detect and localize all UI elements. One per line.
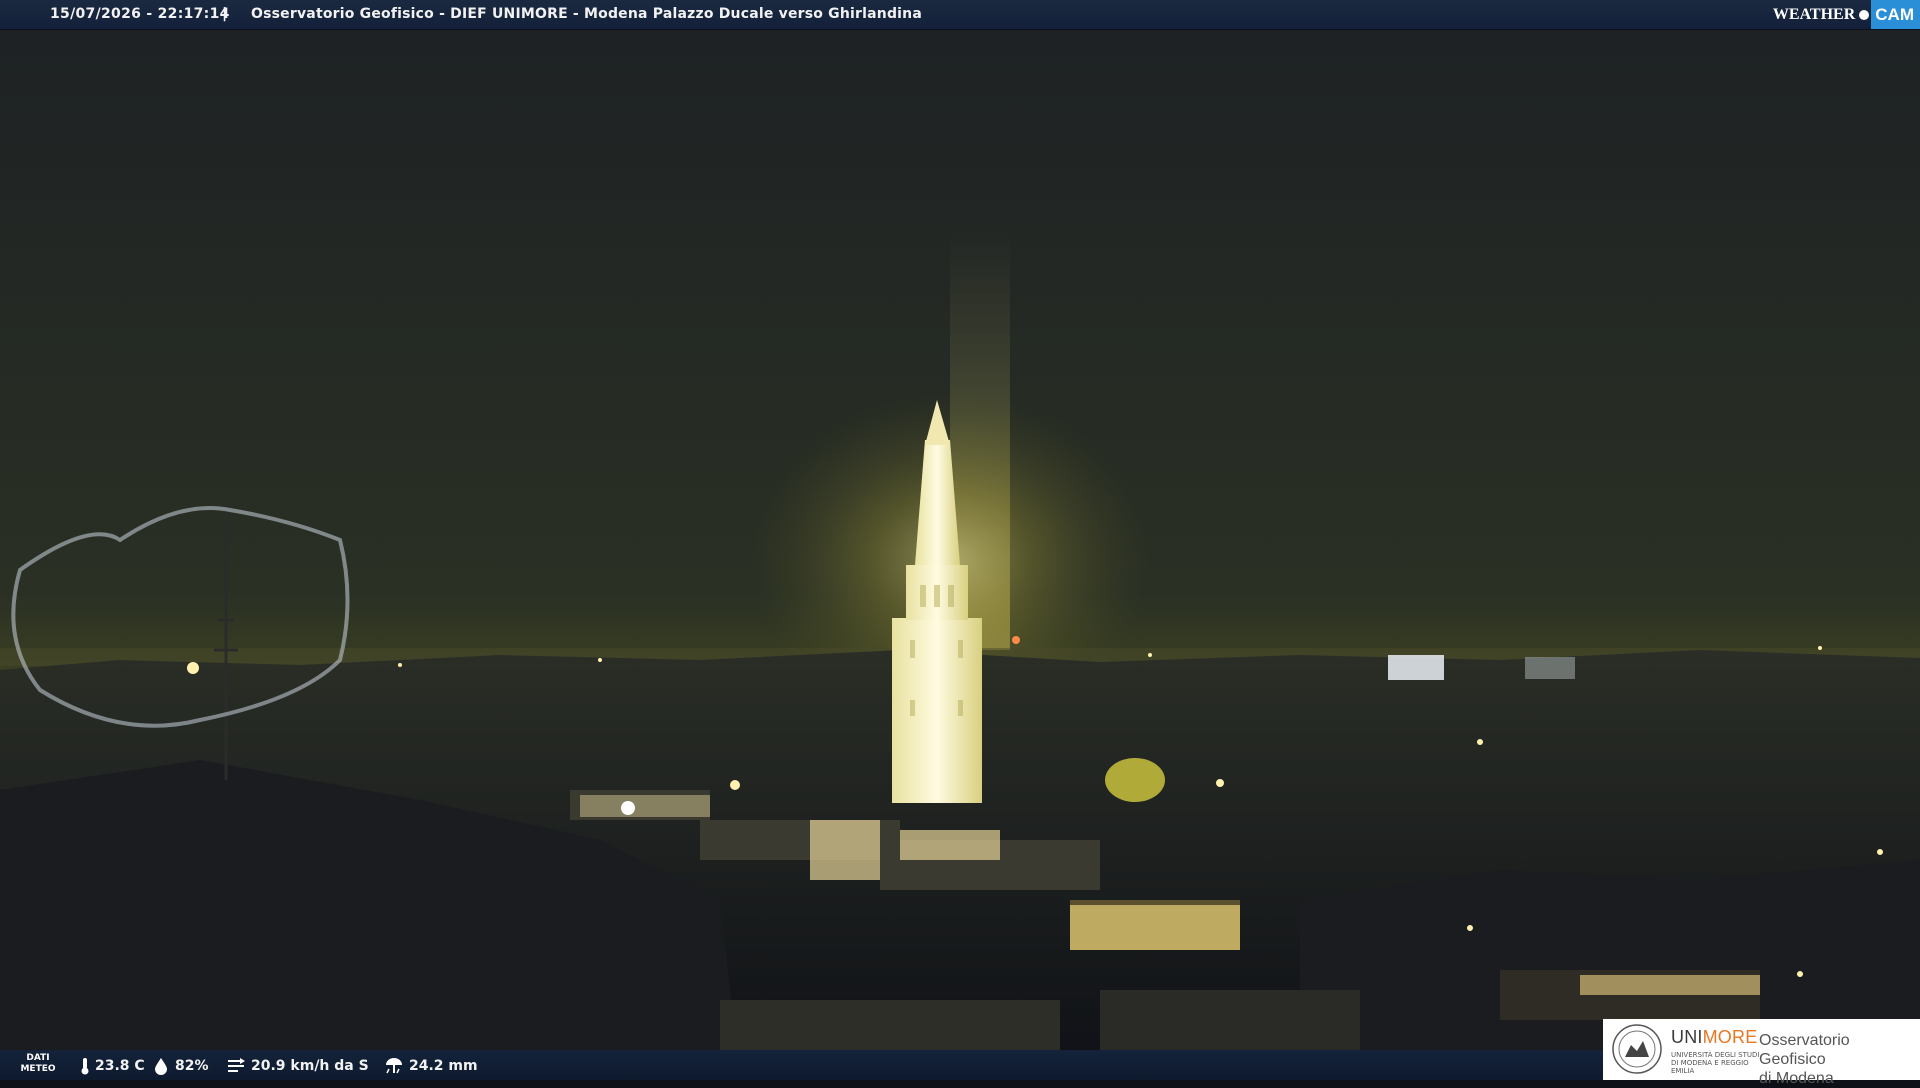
webcam-image	[0, 0, 1920, 1080]
unimore-wordmark: UNIMORE	[1671, 1027, 1757, 1048]
thermometer-icon	[81, 1058, 89, 1075]
weather-label-line2: METEO	[20, 1064, 56, 1074]
weather-label-line1: DATI	[26, 1053, 50, 1063]
weather-data-label: DATI METEO	[18, 1053, 58, 1075]
unimore-uni: UNI	[1671, 1027, 1703, 1047]
temperature-value: 23.8 C	[95, 1058, 145, 1074]
timestamp: 15/07/2026 - 22:17:14	[50, 6, 230, 22]
overlay-header: 15/07/2026 - 22:17:14 | Osservatorio Geo…	[0, 0, 1920, 30]
university-seal-icon	[1612, 1024, 1662, 1074]
humidity-value: 82%	[175, 1058, 209, 1074]
observatory-name: Osservatorio Geofisico di Modena	[1759, 1031, 1920, 1088]
rain-readout: 24.2 mm	[384, 1057, 478, 1075]
humidity-drop-icon	[155, 1058, 167, 1075]
rain-value: 24.2 mm	[409, 1058, 478, 1074]
humidity-readout: 82%	[152, 1057, 209, 1075]
wind-readout: 20.9 km/h da S	[226, 1057, 369, 1075]
wind-value: 20.9 km/h da S	[251, 1058, 369, 1074]
wind-icon	[228, 1058, 245, 1072]
rain-icon	[386, 1058, 402, 1074]
camera-title: Osservatorio Geofisico - DIEF UNIMORE - …	[251, 6, 922, 22]
brand-cam-text: CAM	[1871, 0, 1920, 29]
unimore-logo: UNIMORE UNIVERSITÀ DEGLI STUDI DI MODENA…	[1603, 1019, 1920, 1087]
unimore-subtitle: UNIVERSITÀ DEGLI STUDI DI MODENA E REGGI…	[1671, 1051, 1760, 1075]
unimore-more: MORE	[1702, 1027, 1758, 1047]
weathercam-logo: WEATHER CAM	[1773, 0, 1920, 29]
observatory-line1: Osservatorio Geofisico	[1759, 1032, 1850, 1068]
observatory-line2: di Modena	[1759, 1070, 1834, 1087]
weather-data-bar: DATI METEO 23.8 C 82% 20.9 km/h da S 24.…	[0, 1050, 1610, 1080]
brand-dot-icon	[1859, 9, 1870, 20]
temperature-readout: 23.8 C	[80, 1057, 145, 1075]
header-separator: |	[222, 6, 228, 22]
brand-weather-text: WEATHER	[1772, 5, 1856, 23]
